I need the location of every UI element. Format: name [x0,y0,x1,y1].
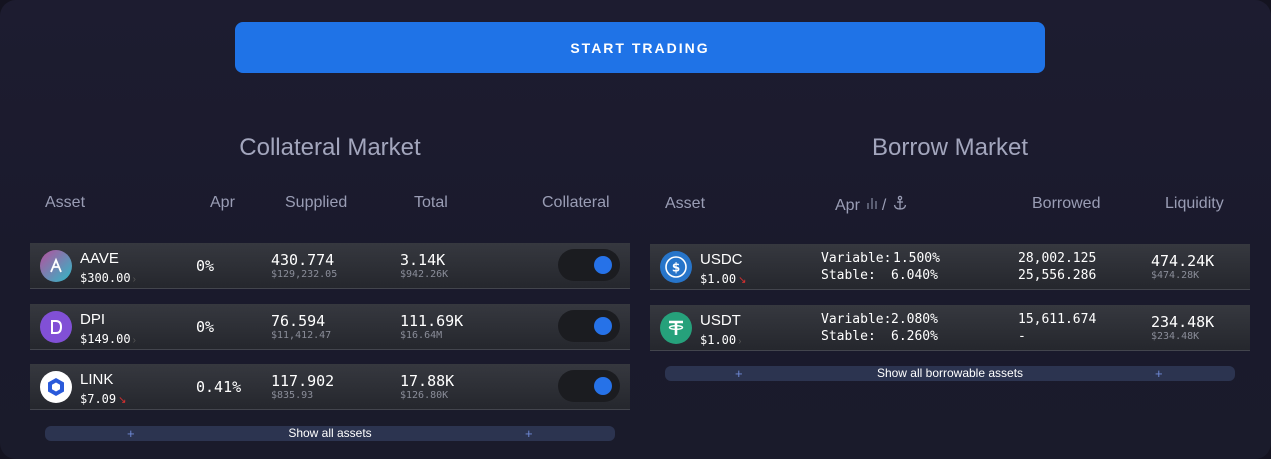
borrowed-variable: 28,002.125 [1018,251,1097,266]
asset-symbol: AAVE [80,250,119,267]
borrow-row-usdt[interactable]: USDT $1.00 › Variable: 2.080% Stable: 6.2… [650,305,1250,351]
liquidity-usd: $234.48K [1151,331,1200,342]
link-icon [40,371,72,403]
variable-rate: 1.500% [893,251,940,266]
svg-text:$: $ [672,261,680,275]
total-amount: 111.69K [400,312,464,330]
trend-neutral-icon: › [738,336,742,347]
borrow-header-apr: Apr / [835,195,908,216]
toggle-knob [594,377,612,395]
usdc-icon: $ [660,251,692,283]
supplied-usd: $11,412.47 [271,330,332,341]
borrow-header-apr-label: Apr [835,196,860,214]
collateral-row-dpi[interactable]: DPI $149.00 › 0% 76.594 $11,412.47 111.69… [30,304,630,350]
trend-neutral-icon: › [132,335,136,346]
supplied-usd: $129,232.05 [271,269,338,280]
liquidity-amount: 474.24K [1151,252,1215,270]
supplied-amount: 430.774 [271,251,335,269]
usdt-icon [660,312,692,344]
borrow-header-borrowed: Borrowed [1032,195,1101,212]
asset-apr: 0% [196,257,215,275]
anchor-icon[interactable] [892,195,908,216]
trend-down-icon: ↘ [738,275,747,286]
asset-price: $300.00 [80,271,131,285]
toggle-knob [594,317,612,335]
plus-icon: + [1155,366,1163,381]
variable-rate: 2.080% [891,312,938,327]
asset-apr: 0.41% [196,378,242,396]
toggle-knob [594,256,612,274]
total-usd: $126.80K [400,390,449,401]
asset-price: $149.00 [80,332,131,346]
trend-neutral-icon: › [132,274,136,285]
supplied-amount: 76.594 [271,312,326,330]
borrowed-stable: - [1018,329,1026,344]
variable-label: Variable: [821,251,892,266]
borrowed-stable: 25,556.286 [1018,268,1097,283]
borrow-header-asset: Asset [665,195,706,212]
show-all-borrowable-button[interactable]: + Show all borrowable assets + [665,366,1235,381]
asset-price: $1.00 [700,272,737,286]
collateral-market-title: Collateral Market [239,134,421,161]
borrow-header-liquidity: Liquidity [1165,195,1224,212]
asset-price: $7.09 [80,392,117,406]
collateral-row-link[interactable]: LINK $7.09 ↘ 0.41% 117.902 $835.93 17.88K… [30,364,630,410]
asset-apr: 0% [196,318,215,336]
stable-label: Stable: [821,329,876,344]
trend-down-icon: ↘ [118,395,127,406]
borrowed-variable: 15,611.674 [1018,312,1097,327]
collateral-toggle[interactable] [558,249,620,281]
asset-symbol: USDC [700,251,743,268]
total-amount: 3.14K [400,251,446,269]
liquidity-usd: $474.28K [1151,270,1200,281]
start-trading-button[interactable]: START TRADING [235,22,1045,73]
collateral-toggle[interactable] [558,370,620,402]
asset-price: $1.00 [700,333,737,347]
collateral-header-collateral: Collateral [542,194,610,211]
supplied-usd: $835.93 [271,390,314,401]
borrow-market-title: Borrow Market [871,134,1029,161]
collateral-toggle[interactable] [558,310,620,342]
dpi-icon [40,311,72,343]
asset-symbol: DPI [80,311,106,328]
show-all-assets-button[interactable]: + Show all assets + [45,426,615,441]
stable-rate: 6.260% [891,329,938,344]
collateral-header-total: Total [414,194,448,211]
variable-label: Variable: [821,312,892,327]
collateral-row-aave[interactable]: AAVE $300.00 › 0% 430.774 $129,232.05 3.1… [30,243,630,289]
bar-chart-icon[interactable] [866,196,880,215]
collateral-header-apr: Apr [210,194,235,211]
stable-label: Stable: [821,268,876,283]
collateral-header-supplied: Supplied [285,194,348,211]
borrow-row-usdc[interactable]: $ USDC $1.00 ↘ Variable: 1.500% Stable: 6… [650,244,1250,290]
total-usd: $16.64M [400,330,443,341]
stable-rate: 6.040% [891,268,938,283]
total-usd: $942.26K [400,269,449,280]
apr-separator: / [881,196,887,214]
aave-icon [40,250,72,282]
supplied-amount: 117.902 [271,372,335,390]
total-amount: 17.88K [400,372,455,390]
asset-symbol: LINK [80,371,114,388]
plus-icon: + [525,426,533,441]
asset-symbol: USDT [700,312,741,329]
collateral-header-asset: Asset [45,194,86,211]
liquidity-amount: 234.48K [1151,313,1215,331]
show-all-borrowable-label: Show all borrowable assets [876,366,1024,380]
trading-panel: START TRADING Collateral Market Asset Ap… [0,0,1271,459]
